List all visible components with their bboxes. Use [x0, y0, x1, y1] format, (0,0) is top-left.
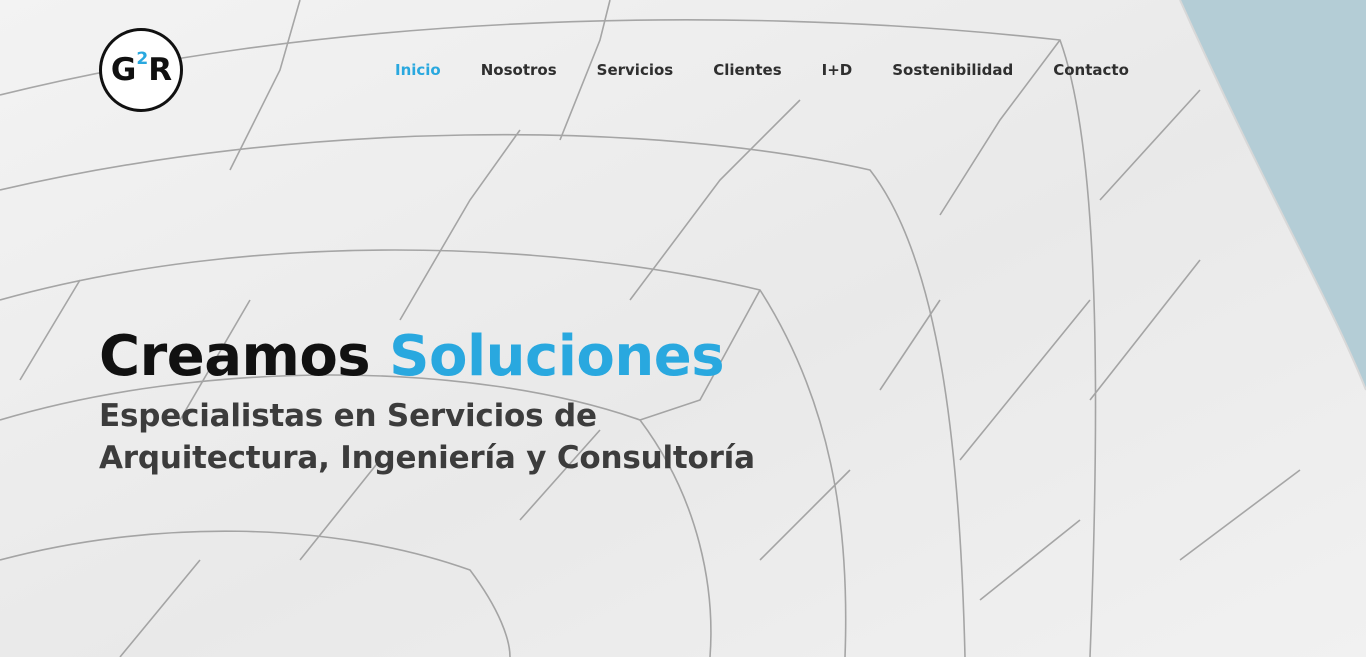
nav-item-servicios[interactable]: Servicios [597, 60, 674, 80]
hero-subtitle-line-1: Especialistas en Servicios de [99, 398, 597, 434]
nav-item-nosotros[interactable]: Nosotros [481, 60, 557, 80]
hero-title: Creamos Soluciones [99, 323, 725, 391]
hero-title-plain: Creamos [99, 324, 371, 389]
main-navigation: Inicio Nosotros Servicios Clientes I+D S… [395, 60, 1169, 80]
nav-item-contacto[interactable]: Contacto [1053, 60, 1129, 80]
nav-item-clientes[interactable]: Clientes [713, 60, 781, 80]
logo-superscript: 2 [136, 49, 148, 69]
nav-item-i-d[interactable]: I+D [822, 60, 853, 80]
site-logo[interactable]: G2R [99, 28, 183, 112]
hero-title-accent: Soluciones [389, 324, 725, 389]
hero-subtitle: Especialistas en Servicios de Arquitectu… [99, 395, 755, 479]
nav-item-sostenibilidad[interactable]: Sostenibilidad [892, 60, 1013, 80]
nav-item-inicio[interactable]: Inicio [395, 60, 441, 80]
logo-letter-g: G [110, 51, 136, 88]
logo-letter-r: R [148, 51, 172, 88]
hero-subtitle-line-2: Arquitectura, Ingeniería y Consultoría [99, 440, 755, 476]
